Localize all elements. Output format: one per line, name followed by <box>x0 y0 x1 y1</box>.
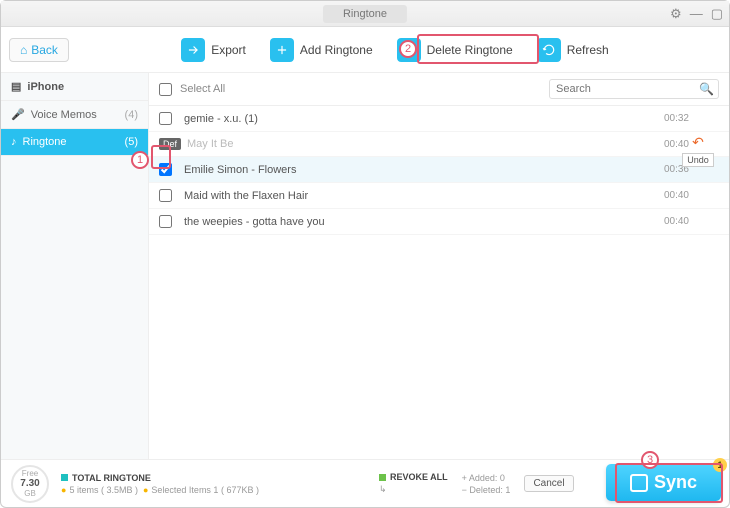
free-value: 7.30 <box>20 478 39 489</box>
sidebar-item-ringtone[interactable]: ♪ Ringtone (5) <box>1 129 148 156</box>
revoke-title: REVOKE ALL <box>390 472 448 482</box>
sidebar-item-voice-memos[interactable]: 🎤 Voice Memos (4) <box>1 101 148 129</box>
revoke-section: REVOKE ALL ↳ + Added: 0 − Deleted: 1 Can… <box>379 472 574 495</box>
minimize-icon[interactable]: — <box>690 6 703 21</box>
row-duration: 00:40 <box>664 216 719 227</box>
list-row[interactable]: Emilie Simon - Flowers 00:36 <box>149 157 729 183</box>
main-panel: Select All 🔍 gemie - x.u. (1) 00:32 Def … <box>149 73 729 459</box>
export-button[interactable]: Export <box>181 38 246 62</box>
device-label: iPhone <box>27 81 64 93</box>
window-title: Ringtone <box>323 5 407 23</box>
home-icon: ⌂ <box>20 43 27 57</box>
window-controls: ⚙ — ▢ <box>670 6 723 22</box>
select-all-label: Select All <box>180 83 225 95</box>
refresh-label: Refresh <box>567 43 609 57</box>
delete-icon <box>397 38 421 62</box>
sidebar: ▤ iPhone 🎤 Voice Memos (4) ♪ Ringtone (5… <box>1 73 149 459</box>
sidebar-device[interactable]: ▤ iPhone <box>1 73 148 101</box>
refresh-button[interactable]: Refresh <box>537 38 609 62</box>
back-label: Back <box>31 43 58 57</box>
list-row[interactable]: Def May It Be 00:40 ↶ Undo <box>149 132 729 157</box>
total-stats: TOTAL RINGTONE ●5 items ( 3.5MB ) ●Selec… <box>61 473 259 495</box>
undo-control: ↶ Undo <box>673 134 723 167</box>
add-icon <box>270 38 294 62</box>
list-row[interactable]: Maid with the Flaxen Hair 00:40 <box>149 183 729 209</box>
free-space-indicator: Free 7.30 GB <box>11 465 49 503</box>
list-row[interactable]: gemie - x.u. (1) 00:32 <box>149 106 729 132</box>
total-line: 5 items ( 3.5MB ) <box>69 485 138 495</box>
free-unit: GB <box>24 489 36 498</box>
titlebar: Ringtone ⚙ — ▢ <box>1 1 729 27</box>
row-name: the weepies - gotta have you <box>184 216 325 228</box>
sidebar-item-label: Voice Memos <box>31 109 97 121</box>
row-checkbox[interactable] <box>159 163 172 176</box>
add-ringtone-button[interactable]: Add Ringtone <box>270 38 373 62</box>
sidebar-item-count: (5) <box>125 136 138 148</box>
add-label: Add Ringtone <box>300 43 373 57</box>
search-icon[interactable]: 🔍 <box>699 82 714 96</box>
undo-icon[interactable]: ↶ <box>692 134 704 151</box>
list-header: Select All 🔍 <box>149 73 729 106</box>
revoke-arrow-icon: ↳ <box>379 484 448 495</box>
back-button[interactable]: ⌂ Back <box>9 38 69 62</box>
undo-label[interactable]: Undo <box>682 153 714 167</box>
delete-ringtone-button[interactable]: Delete Ringtone <box>397 38 513 62</box>
row-name: gemie - x.u. (1) <box>184 113 258 125</box>
sync-badge: 1 <box>713 458 727 472</box>
list-row[interactable]: the weepies - gotta have you 00:40 <box>149 209 729 235</box>
device-icon: ▤ <box>11 80 21 93</box>
search-input[interactable] <box>549 79 719 99</box>
row-name: May It Be <box>187 138 233 150</box>
row-checkbox[interactable] <box>159 112 172 125</box>
delete-label: Delete Ringtone <box>427 43 513 57</box>
total-title: TOTAL RINGTONE <box>72 473 151 483</box>
row-checkbox[interactable] <box>159 189 172 202</box>
ringtone-icon: ♪ <box>11 136 17 148</box>
sync-button[interactable]: Sync 1 <box>606 464 721 501</box>
export-icon <box>181 38 205 62</box>
select-all-checkbox[interactable] <box>159 83 172 96</box>
ringtone-list: gemie - x.u. (1) 00:32 Def May It Be 00:… <box>149 106 729 459</box>
square-icon <box>61 474 68 481</box>
settings-icon[interactable]: ⚙ <box>670 6 682 22</box>
added-label: Added: 0 <box>469 473 505 483</box>
row-duration: 00:40 <box>664 190 719 201</box>
toolbar: ⌂ Back Export Add Ringtone Delete Ringto… <box>1 27 729 73</box>
export-label: Export <box>211 43 246 57</box>
footer: Free 7.30 GB TOTAL RINGTONE ●5 items ( 3… <box>1 459 729 507</box>
search-box: 🔍 <box>549 79 719 99</box>
row-duration: 00:32 <box>664 113 719 124</box>
refresh-icon <box>537 38 561 62</box>
selected-line: Selected Items 1 ( 677KB ) <box>151 485 259 495</box>
sidebar-item-label: Ringtone <box>23 136 67 148</box>
cancel-button[interactable]: Cancel <box>524 475 573 492</box>
mic-icon: 🎤 <box>11 108 25 121</box>
row-name: Maid with the Flaxen Hair <box>184 190 308 202</box>
sync-label: Sync <box>654 472 697 493</box>
sync-icon <box>630 474 648 492</box>
close-icon[interactable]: ▢ <box>711 6 723 22</box>
row-name: Emilie Simon - Flowers <box>184 164 296 176</box>
sidebar-item-count: (4) <box>125 109 138 121</box>
square-icon <box>379 474 386 481</box>
free-label: Free <box>22 469 38 478</box>
deleted-label: Deleted: 1 <box>469 485 510 495</box>
row-checkbox[interactable] <box>159 215 172 228</box>
default-badge: Def <box>159 138 181 150</box>
